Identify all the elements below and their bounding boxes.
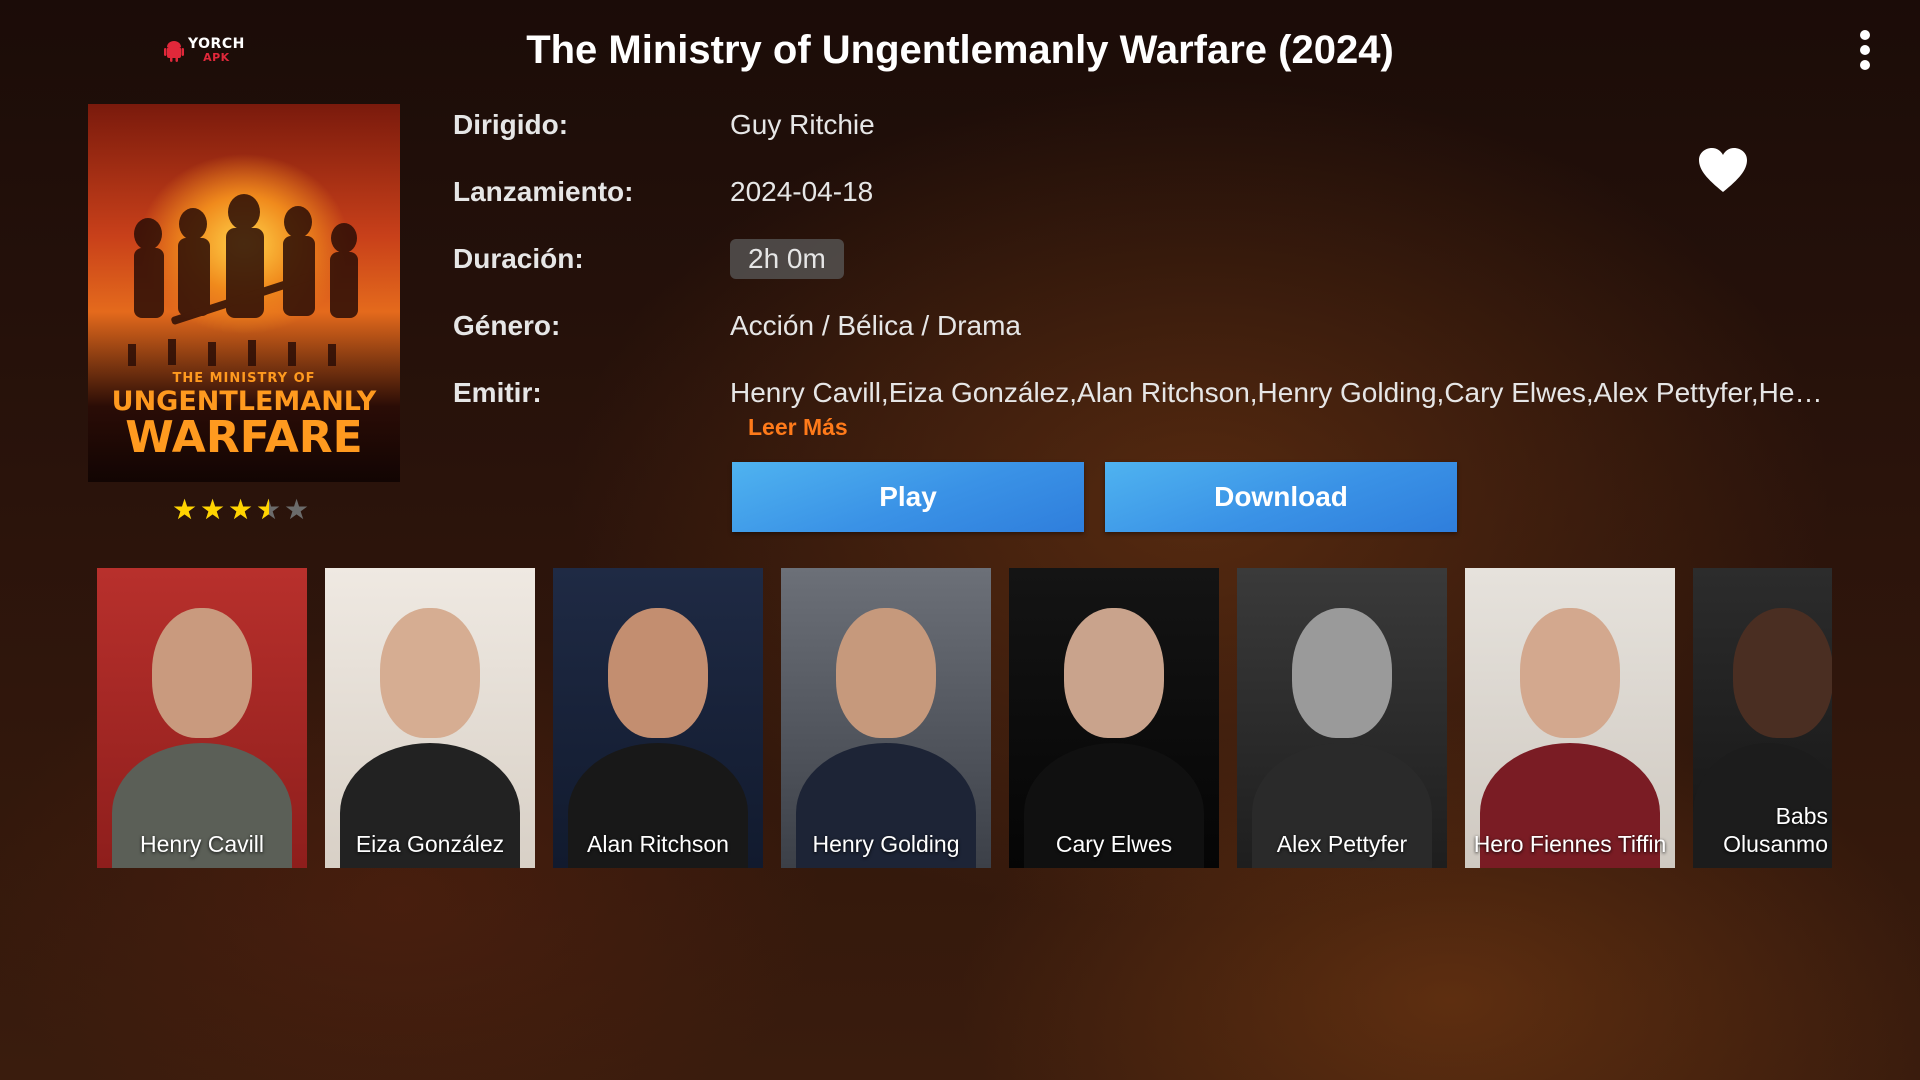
cast-name: Babs Olusanmo xyxy=(1693,802,1832,858)
cast-card-babs-olusanmokun[interactable]: Babs Olusanmo xyxy=(1693,568,1832,868)
poster-title-line3: WARFARE xyxy=(125,412,363,463)
download-button[interactable]: Download xyxy=(1105,462,1457,532)
star-icon: ★ xyxy=(284,494,310,525)
star-icon: ★ ★ xyxy=(256,494,282,525)
cast-name: Henry Golding xyxy=(812,831,960,857)
release-row: Lanzamiento: 2024-04-18 xyxy=(453,172,873,212)
movie-poster: THE MINISTRY OF UNGENTLEMANLY WARFARE xyxy=(88,104,400,482)
poster-title: THE MINISTRY OF UNGENTLEMANLY WARFARE xyxy=(88,372,400,460)
genre-row: Género: Acción / Bélica / Drama xyxy=(453,306,1021,346)
cast-row: Emitir: Henry Cavill,Eiza González,Alan … xyxy=(453,373,1830,413)
cast-card-alex-pettyfer[interactable]: Alex Pettyfer xyxy=(1237,568,1447,868)
star-rating: ★ ★ ★ ★ ★ ★ ★ ★ ★ xyxy=(172,496,310,524)
cast-label: Emitir: xyxy=(453,377,542,408)
cast-name: Eiza González xyxy=(355,831,505,857)
cast-name: Alex Pettyfer xyxy=(1276,831,1408,857)
more-options-icon[interactable] xyxy=(1855,30,1875,78)
poster-title-line2: UNGENTLEMANLY xyxy=(111,386,377,417)
genre-value: Acción / Bélica / Drama xyxy=(730,310,1021,341)
cast-name: Alan Ritchson xyxy=(587,831,729,857)
cast-name-line1: Babs xyxy=(1775,803,1828,829)
cast-name: Cary Elwes xyxy=(1055,831,1173,857)
cast-name: Hero Fiennes Tiffin xyxy=(1473,831,1667,857)
director-label: Dirigido: xyxy=(453,109,569,140)
page-title: The Ministry of Ungentlemanly Warfare (2… xyxy=(526,28,1394,72)
read-more-link[interactable]: Leer Más xyxy=(748,414,848,441)
cast-name: Henry Cavill xyxy=(140,831,264,857)
heart-icon[interactable] xyxy=(1697,146,1749,194)
star-icon: ★ ★ xyxy=(228,494,254,525)
director-row: Dirigido: Guy Ritchie xyxy=(453,105,875,145)
cast-value: Henry Cavill,Eiza González,Alan Ritchson… xyxy=(730,377,1830,408)
duration-value: 2h 0m xyxy=(730,239,844,279)
cast-card-henry-cavill[interactable]: Henry Cavill xyxy=(97,568,307,868)
star-icon: ★ ★ xyxy=(172,494,198,525)
cast-card-alan-ritchson[interactable]: Alan Ritchson xyxy=(553,568,763,868)
cast-card-cary-elwes[interactable]: Cary Elwes xyxy=(1009,568,1219,868)
release-label: Lanzamiento: xyxy=(453,176,634,207)
play-button[interactable]: Play xyxy=(732,462,1084,532)
poster-artwork xyxy=(128,194,358,366)
duration-row: Duración: 2h 0m xyxy=(453,239,844,279)
genre-label: Género: xyxy=(453,310,561,341)
poster-title-line1: THE MINISTRY OF xyxy=(172,371,316,386)
star-icon: ★ ★ xyxy=(200,494,226,525)
cast-card-henry-golding[interactable]: Henry Golding xyxy=(781,568,991,868)
cast-carousel[interactable]: Henry Cavill Eiza González Alan Ritchson… xyxy=(97,568,1832,868)
duration-label: Duración: xyxy=(453,243,584,274)
director-value: Guy Ritchie xyxy=(730,109,875,140)
cast-card-hero-fiennes-tiffin[interactable]: Hero Fiennes Tiffin xyxy=(1465,568,1675,868)
release-value: 2024-04-18 xyxy=(730,176,874,207)
cast-name-line2: Olusanmo xyxy=(1723,831,1828,857)
cast-card-eiza-gonzalez[interactable]: Eiza González xyxy=(325,568,535,868)
